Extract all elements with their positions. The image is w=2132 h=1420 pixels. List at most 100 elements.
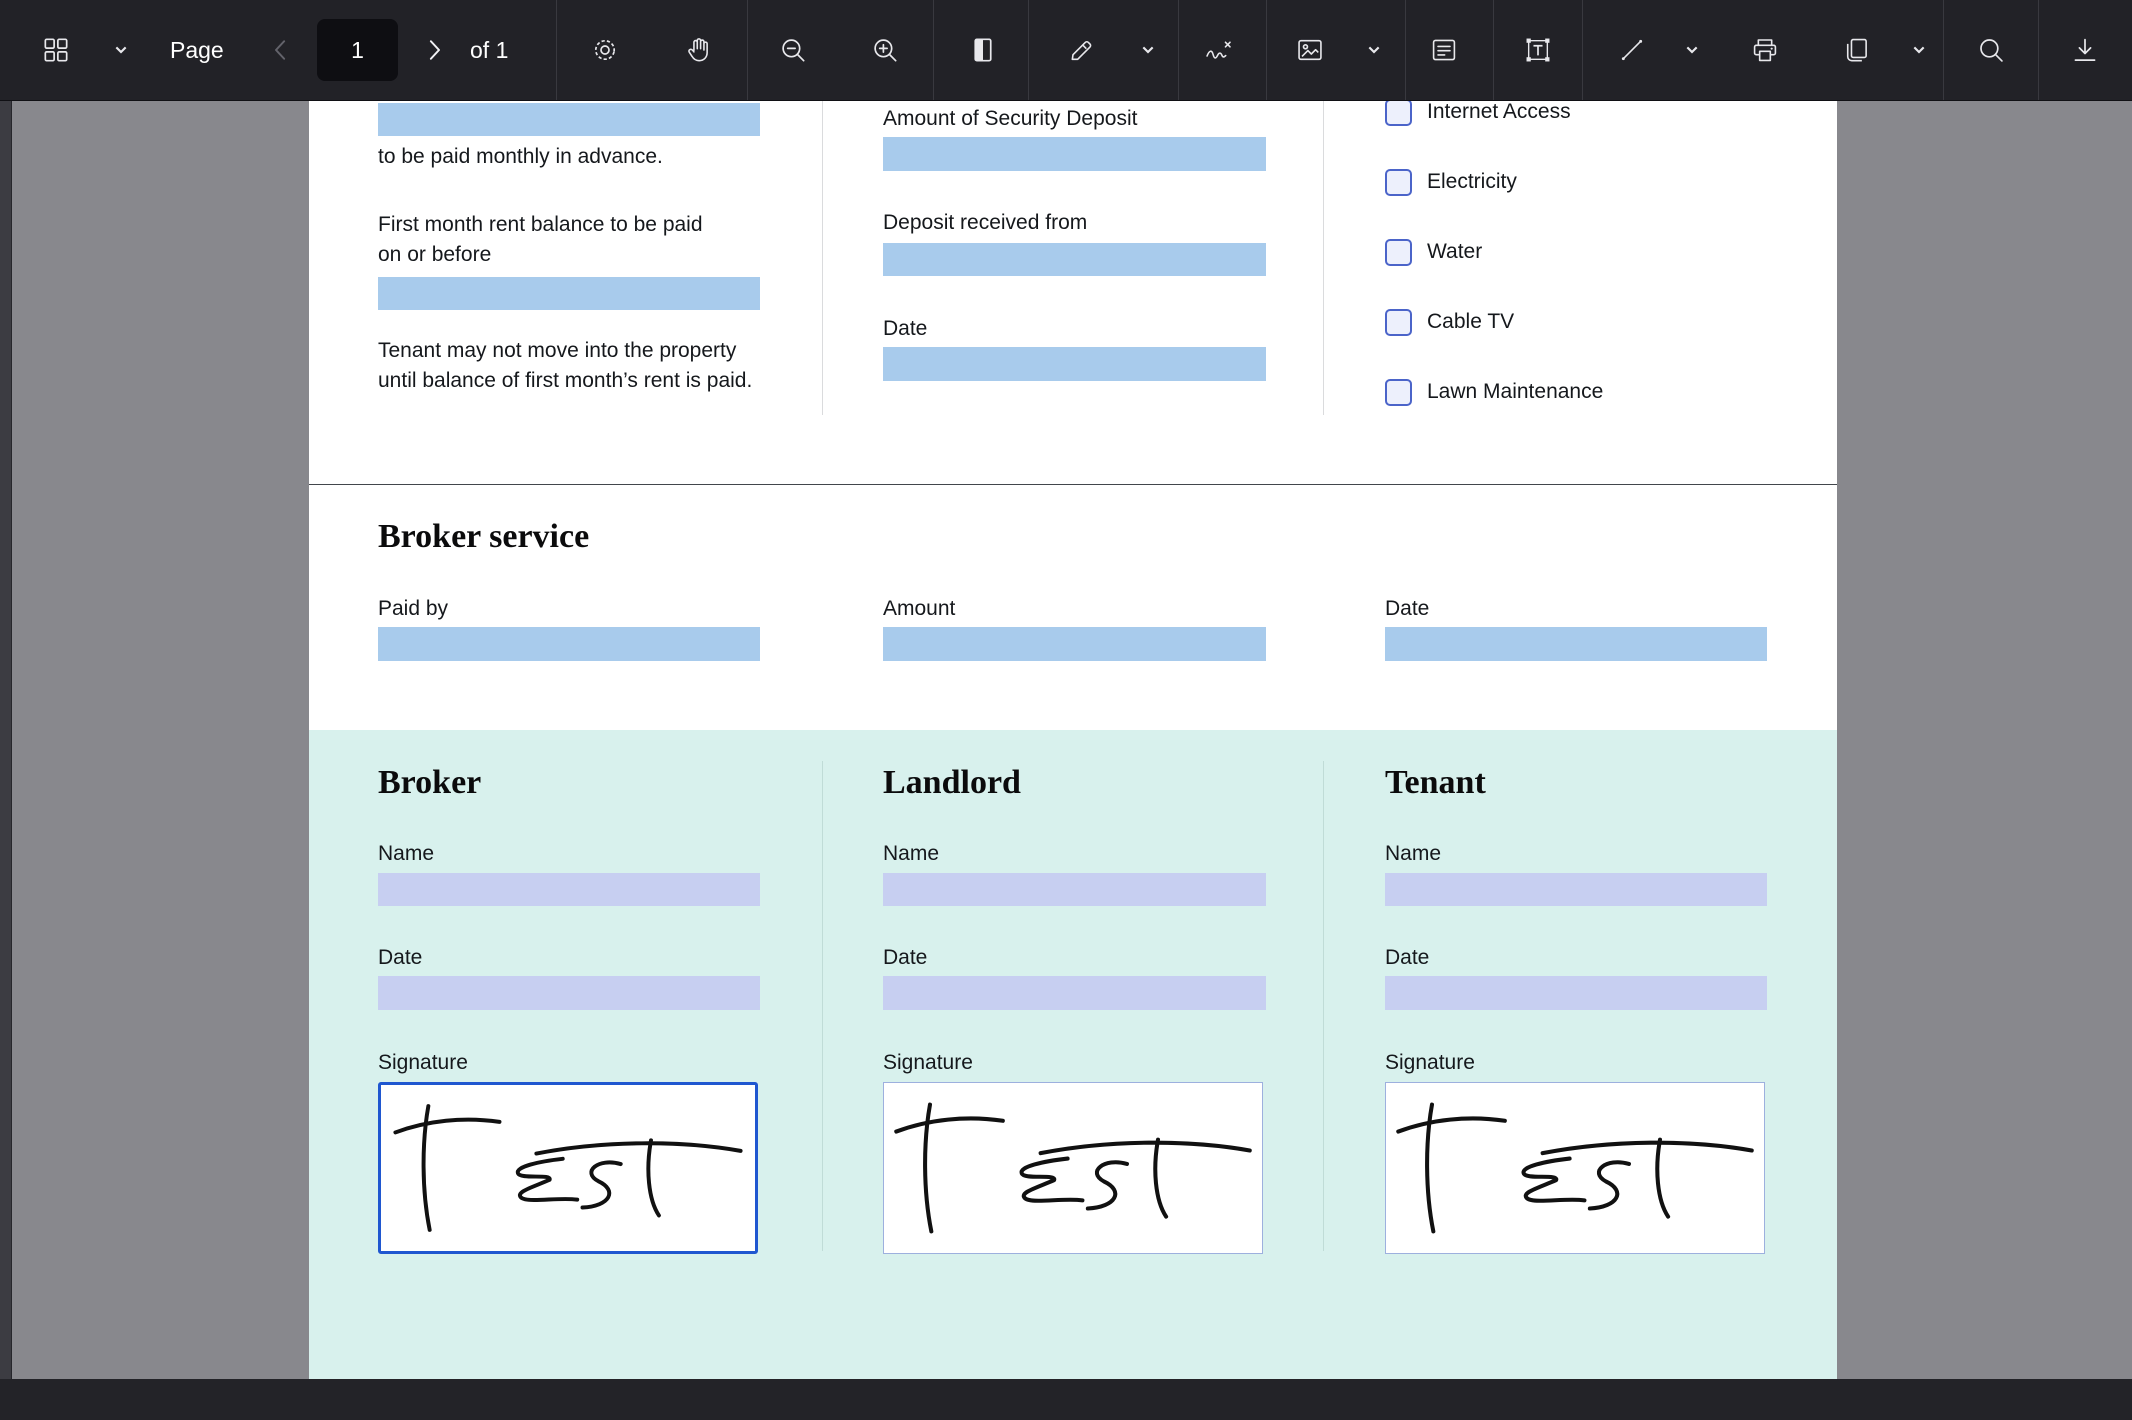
broker-amount-field[interactable] [883, 627, 1266, 661]
next-page-button[interactable] [411, 27, 457, 73]
thumbnails-menu-button[interactable] [106, 35, 136, 65]
landlord-name-field[interactable] [883, 873, 1266, 906]
rent-amount-field[interactable] [378, 103, 760, 136]
chevron-down-icon [1140, 42, 1156, 58]
cable-tv-checkbox[interactable] [1385, 309, 1412, 336]
internet-access-checkbox[interactable] [1385, 99, 1412, 126]
thumbnails-button[interactable] [33, 27, 79, 73]
page-number-input[interactable]: 1 [317, 19, 398, 81]
settings-button[interactable] [582, 27, 628, 73]
line-menu-button[interactable] [1677, 35, 1707, 65]
pan-tool-button[interactable] [676, 27, 722, 73]
line-icon [1616, 34, 1648, 66]
electricity-label: Electricity [1427, 170, 1517, 194]
first-month-balance-field[interactable] [378, 277, 760, 310]
zoom-in-button[interactable] [862, 27, 908, 73]
cable-tv-label: Cable TV [1427, 310, 1514, 334]
tenant-signature-box[interactable] [1385, 1082, 1765, 1254]
broker-signature-label: Signature [378, 1051, 468, 1075]
page-fit-button[interactable] [960, 27, 1006, 73]
app-viewport: Page 1 of 1 [0, 0, 2132, 1420]
chevron-down-icon [1366, 42, 1382, 58]
deposit-date-field[interactable] [883, 347, 1266, 381]
toolbar-divider [1178, 0, 1179, 100]
hand-icon [683, 34, 715, 66]
tenant-name-field[interactable] [1385, 873, 1767, 906]
page-fit-icon [967, 34, 999, 66]
broker-amount-label: Amount [883, 597, 955, 621]
broker-signature-box[interactable] [378, 1082, 758, 1254]
toolbar-divider [1582, 0, 1583, 100]
broker-signature-test [381, 1085, 755, 1251]
utility-row: Electricity [1385, 168, 1517, 196]
chevron-left-icon [266, 35, 296, 65]
broker-sign-date-field[interactable] [378, 976, 760, 1010]
text-tool-button[interactable] [1515, 27, 1561, 73]
utility-row: Internet Access [1385, 98, 1571, 126]
broker-service-title: Broker service [378, 518, 589, 556]
note-tool-button[interactable] [1421, 27, 1467, 73]
deposit-received-from-field[interactable] [883, 243, 1266, 276]
image-tool-button[interactable] [1287, 27, 1333, 73]
toolbar-divider [747, 0, 748, 100]
thumbnails-icon [40, 34, 72, 66]
chevron-down-icon [113, 42, 129, 58]
signature-draw-icon [1202, 34, 1234, 66]
landlord-sign-date-field[interactable] [883, 976, 1266, 1010]
lawn-maintenance-label: Lawn Maintenance [1427, 380, 1603, 404]
print-button[interactable] [1742, 27, 1788, 73]
water-checkbox[interactable] [1385, 239, 1412, 266]
toolbar-divider [1943, 0, 1944, 100]
toolbar: Page 1 of 1 [0, 0, 2132, 101]
download-button[interactable] [2062, 27, 2108, 73]
highlighter-button[interactable] [1058, 27, 1104, 73]
security-deposit-field[interactable] [883, 137, 1266, 171]
toolbar-divider [1266, 0, 1267, 100]
deposit-received-from-label: Deposit received from [883, 211, 1087, 235]
first-month-balance-label: First month rent balance to be paid on o… [378, 210, 708, 270]
toolbar-divider [1028, 0, 1029, 100]
signature-tool-button[interactable] [1195, 27, 1241, 73]
chevron-down-icon [1911, 42, 1927, 58]
bottom-band [0, 1379, 2132, 1420]
line-tool-button[interactable] [1609, 27, 1655, 73]
toolbar-divider [933, 0, 934, 100]
duplicate-page-button[interactable] [1833, 27, 1879, 73]
highlighter-menu-button[interactable] [1133, 35, 1163, 65]
paid-by-field[interactable] [378, 627, 760, 661]
page-label: Page [170, 0, 224, 100]
security-deposit-label: Amount of Security Deposit [883, 107, 1137, 131]
highlighter-icon [1065, 34, 1097, 66]
deposit-date-label: Date [883, 317, 927, 341]
duplicate-page-icon [1840, 34, 1872, 66]
zoom-out-button[interactable] [770, 27, 816, 73]
zoom-in-icon [869, 34, 901, 66]
tenant-sign-date-label: Date [1385, 946, 1429, 970]
image-menu-button[interactable] [1359, 35, 1389, 65]
column-divider [822, 100, 823, 415]
duplicate-menu-button[interactable] [1904, 35, 1934, 65]
broker-date-field[interactable] [1385, 627, 1767, 661]
landlord-sign-date-label: Date [883, 946, 927, 970]
landlord-name-label: Name [883, 842, 939, 866]
utility-row: Lawn Maintenance [1385, 378, 1603, 406]
toolbar-divider [556, 0, 557, 100]
landlord-signature-box[interactable] [883, 1082, 1263, 1254]
landlord-party-title: Landlord [883, 764, 1021, 802]
water-label: Water [1427, 240, 1482, 264]
tenant-sign-date-field[interactable] [1385, 976, 1767, 1010]
document-page: to be paid monthly in advance. First mon… [309, 100, 1837, 1379]
landlord-signature-test [884, 1083, 1262, 1253]
tenant-move-in-note: Tenant may not move into the property un… [378, 336, 758, 396]
toolbar-divider [1405, 0, 1406, 100]
tenant-signature-test [1386, 1083, 1764, 1253]
toolbar-divider [1493, 0, 1494, 100]
electricity-checkbox[interactable] [1385, 169, 1412, 196]
lawn-maintenance-checkbox[interactable] [1385, 379, 1412, 406]
broker-name-field[interactable] [378, 873, 760, 906]
tenant-party-title: Tenant [1385, 764, 1486, 802]
search-button[interactable] [1968, 27, 2014, 73]
broker-sign-date-label: Date [378, 946, 422, 970]
image-icon [1294, 34, 1326, 66]
previous-page-button[interactable] [258, 27, 304, 73]
